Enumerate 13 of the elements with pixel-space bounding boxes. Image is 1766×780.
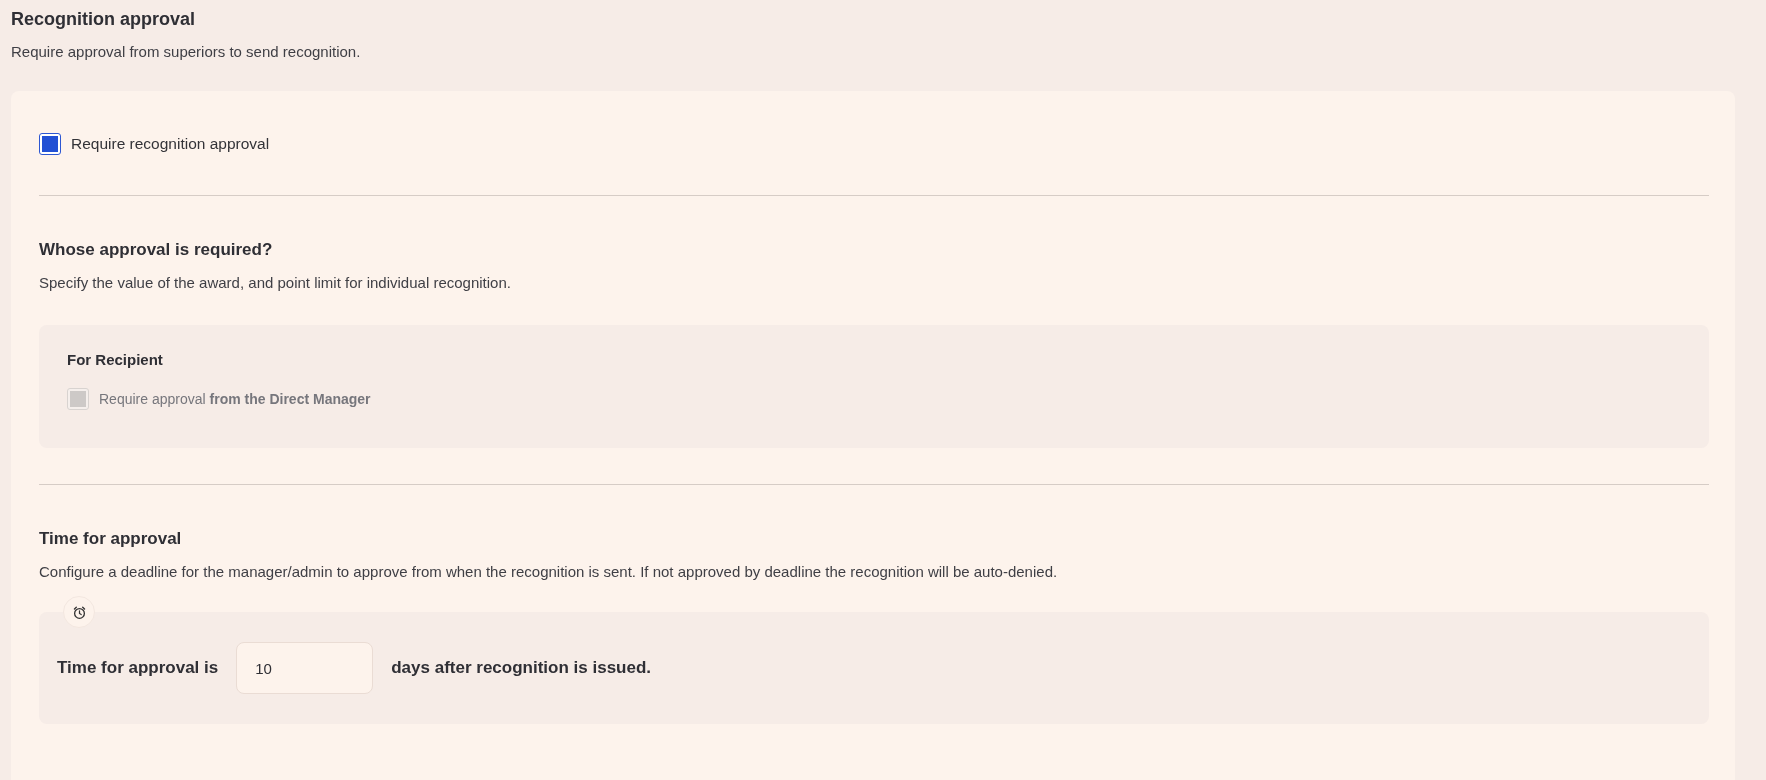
time-prefix: Time for approval is [57, 658, 219, 678]
section-description: Configure a deadline for the manager/admin to approve from when the recognition is sent. If not approved by deadline the recognition will be auto-denied. [39, 563, 1059, 580]
page-title: Recognition approval [11, 8, 197, 31]
checkbox[interactable] [39, 133, 61, 155]
panel-title: For Recipient [67, 351, 164, 368]
checkbox-label: Require approval from the Direct Manager [99, 391, 371, 407]
section-description: Specify the value of the award, and point limit for individual recognition. [39, 274, 512, 291]
days-input-field[interactable]: 10 [236, 642, 374, 694]
page-description: Require approval from superiors to send recognition. [11, 42, 362, 62]
time-suffix: days after recognition is issued. [391, 658, 652, 678]
checkbox-label: Require recognition approval [71, 135, 270, 153]
section-title: Time for approval [39, 529, 183, 549]
section-title: Whose approval is required? [39, 240, 274, 260]
